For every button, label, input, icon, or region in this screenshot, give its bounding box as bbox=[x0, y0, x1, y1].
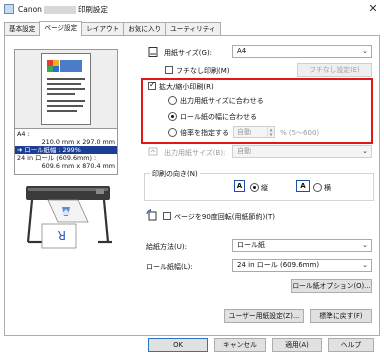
tab-strip: 基本設定 ページ設定 レイアウト お気に入り ユーティリティ bbox=[4, 21, 221, 36]
preview-text-line bbox=[47, 83, 81, 85]
tab-layout[interactable]: レイアウト bbox=[81, 22, 125, 36]
printer-app-icon bbox=[4, 4, 14, 14]
info-roll-size: 24 in ロール (609.6mm) : bbox=[17, 154, 97, 162]
chevron-down-icon: ⌄ bbox=[362, 261, 368, 269]
landscape-radio[interactable] bbox=[313, 183, 322, 192]
help-button[interactable]: ヘルプ bbox=[328, 338, 374, 352]
preview-text-line bbox=[47, 105, 83, 107]
paper-source-value: ロール紙 bbox=[237, 241, 265, 249]
preview-text-line bbox=[47, 78, 85, 80]
paper-source-label: 給紙方法(U): bbox=[146, 243, 187, 251]
chevron-down-icon: ⌄ bbox=[362, 241, 368, 249]
preview-text-line bbox=[47, 93, 75, 95]
scale-spinbox[interactable]: 自動 ▲ ▼ bbox=[233, 126, 275, 138]
paper-source-select[interactable]: ロール紙 ⌄ bbox=[232, 239, 372, 252]
tab-page-setup[interactable]: ページ設定 bbox=[39, 21, 83, 36]
fit-roll-width-radio[interactable] bbox=[168, 112, 177, 121]
page-size-value: A4 bbox=[237, 47, 247, 55]
tab-favorites[interactable]: お気に入り bbox=[123, 22, 167, 36]
specify-scale-radio[interactable] bbox=[168, 128, 177, 137]
orientation-group-label: 印刷の向き(N) bbox=[150, 169, 200, 179]
preview-text-line bbox=[47, 100, 85, 102]
info-source-dimensions: 210.0 mm x 297.0 mm bbox=[41, 138, 115, 146]
borderless-settings-button[interactable]: フチなし設定(E) bbox=[297, 63, 372, 77]
roll-width-select[interactable]: 24 in ロール (609.6mm) ⌄ bbox=[232, 259, 372, 272]
chevron-down-icon: ⌄ bbox=[362, 47, 368, 55]
paper-info-box: A4 : 210.0 mm x 297.0 mm ➜ ロール紙幅 : 299% … bbox=[14, 128, 118, 175]
user-paper-settings-button[interactable]: ユーザー用紙設定(Z)... bbox=[224, 309, 304, 323]
title-suffix: 印刷設定 bbox=[77, 5, 108, 14]
page-preview bbox=[14, 49, 118, 129]
preview-text-line bbox=[47, 88, 85, 90]
preview-paper bbox=[41, 53, 91, 125]
rotate-page-icon bbox=[146, 209, 157, 221]
fit-output-size-radio[interactable] bbox=[168, 96, 177, 105]
window-title: Canon 印刷設定 bbox=[18, 4, 108, 15]
restore-defaults-button[interactable]: 標準に戻す(F) bbox=[310, 309, 372, 323]
tab-utility[interactable]: ユーティリティ bbox=[165, 22, 221, 36]
borderless-checkbox[interactable] bbox=[165, 66, 173, 74]
info-scale-ratio: ➜ ロール紙幅 : 299% bbox=[15, 146, 117, 154]
fit-output-size-label: 出力用紙サイズに合わせる bbox=[180, 97, 264, 105]
page-size-select[interactable]: A4 ⌄ bbox=[232, 45, 372, 58]
redacted-printer-name bbox=[43, 6, 76, 14]
roll-width-value: 24 in ロール (609.6mm) bbox=[237, 261, 320, 269]
roll-width-label: ロール紙幅(L): bbox=[146, 263, 193, 271]
page-size-label: 用紙サイズ(G): bbox=[164, 49, 213, 57]
preview-text-line bbox=[47, 110, 77, 112]
cancel-button[interactable]: キャンセル bbox=[214, 338, 266, 352]
spin-arrows-icon[interactable]: ▲ ▼ bbox=[267, 127, 274, 137]
output-size-label: 出力用紙サイズ(B): bbox=[164, 149, 226, 157]
scale-value: 自動 bbox=[237, 128, 251, 136]
output-size-icon bbox=[148, 147, 158, 156]
svg-text:R: R bbox=[58, 228, 66, 242]
preview-logo-icon bbox=[47, 60, 59, 72]
output-size-value: 自動 bbox=[237, 147, 251, 155]
preview-image-block bbox=[60, 60, 82, 72]
chevron-down-icon: ⌄ bbox=[362, 147, 368, 155]
landscape-label: 横 bbox=[324, 184, 331, 192]
rotate90-checkbox[interactable] bbox=[163, 212, 171, 220]
output-size-select[interactable]: 自動 ⌄ bbox=[232, 145, 372, 158]
title-prefix: Canon bbox=[18, 5, 42, 14]
portrait-orientation-icon: A bbox=[234, 180, 245, 192]
apply-button[interactable]: 適用(A) bbox=[272, 338, 322, 352]
portrait-radio[interactable] bbox=[250, 183, 259, 192]
scaling-label: 拡大/縮小印刷(R) bbox=[159, 83, 214, 91]
ok-button[interactable]: OK bbox=[148, 338, 208, 352]
info-roll-dimensions: 609.6 mm x 870.4 mm bbox=[41, 162, 115, 170]
title-bar: Canon 印刷設定 ✕ bbox=[0, 0, 384, 18]
close-icon[interactable]: ✕ bbox=[366, 2, 380, 16]
printer-illustration: R bbox=[26, 186, 112, 249]
info-source-size: A4 : bbox=[17, 130, 30, 138]
specify-scale-label: 倍率を指定する bbox=[180, 129, 229, 137]
scaling-checkbox[interactable] bbox=[148, 80, 156, 90]
borderless-label: フチなし印刷(M) bbox=[176, 67, 230, 75]
page-size-icon bbox=[148, 47, 158, 57]
portrait-label: 縦 bbox=[261, 184, 268, 192]
landscape-orientation-icon: A bbox=[296, 180, 310, 192]
scale-range-label: % (5〜600) bbox=[280, 129, 320, 137]
rotate90-label: ページを90度回転(用紙節約)(T) bbox=[174, 213, 275, 221]
fit-roll-width-label: ロール紙の幅に合わせる bbox=[180, 113, 257, 121]
roll-paper-options-button[interactable]: ロール紙オプション(O)... bbox=[291, 279, 372, 293]
tab-main[interactable]: 基本設定 bbox=[4, 22, 41, 36]
